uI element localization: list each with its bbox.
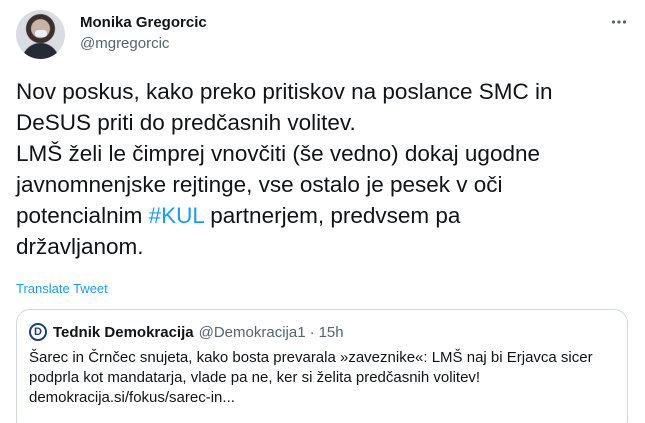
quoted-link[interactable]: demokracija.si/fokus/sarec-in... [29,388,619,408]
tweet-line: potencialnim #KUL partnerjem, predvsem p… [16,200,629,231]
more-horizontal-icon[interactable] [609,12,629,32]
quoted-tweet-header: D Tednik Demokracija @Demokracija1 · 15h [29,322,344,342]
separator-dot: · [309,323,315,341]
tweet-line: državljanom. [16,234,144,259]
quoted-timestamp[interactable]: 15h [319,324,344,341]
quoted-author-handle[interactable]: @Demokracija1 [199,324,306,341]
tweet-text-segment: potencialnim [16,203,149,228]
tweet-text-segment: partnerjem, predvsem pa [204,203,461,228]
tweet-text: Nov poskus, kako preko pritiskov na posl… [16,76,629,262]
translate-tweet-link[interactable]: Translate Tweet [16,281,108,296]
quoted-line: podprla kot mandatarja, vlade pa ne, ker… [29,369,481,386]
tweet-line: DeSUS priti do predčasnih volitev. [16,110,356,135]
tweet-line: LMŠ želi le čimprej vnovčiti (še vedno) … [16,141,541,166]
hashtag-link[interactable]: #KUL [149,203,204,228]
tweet-header: Monika Gregorcic @mgregorcic [16,10,629,60]
quoted-tweet-card[interactable]: D Tednik Demokracija @Demokracija1 · 15h… [16,309,628,423]
quoted-avatar[interactable]: D [29,323,47,341]
quoted-line: Šarec in Črnčec snujeta, kako bosta prev… [29,349,593,366]
more-dots-glyph [611,20,627,24]
tweet-line: Nov poskus, kako preko pritiskov na posl… [16,79,553,104]
author-handle[interactable]: @mgregorcic [80,35,169,52]
quoted-tweet-text: Šarec in Črnčec snujeta, kako bosta prev… [29,348,619,408]
tweet-line: javnomnenjske rejtinge, vse ostalo je pe… [16,172,503,197]
author-name[interactable]: Monika Gregorcic [80,14,207,31]
avatar-mask-detail [35,30,47,37]
quoted-author-name[interactable]: Tednik Demokracija [53,324,194,341]
avatar[interactable] [16,10,65,59]
